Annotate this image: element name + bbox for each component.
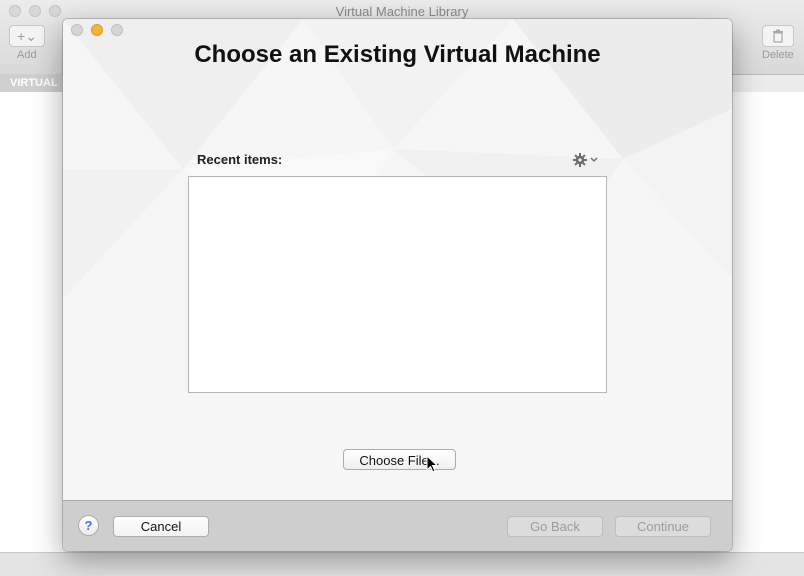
recent-items-gear-menu[interactable]: [573, 151, 605, 169]
continue-button[interactable]: Continue: [615, 516, 711, 537]
add-label: Add: [17, 49, 37, 61]
help-button[interactable]: ?: [78, 515, 99, 536]
dialog-body: Choose an Existing Virtual Machine Recen…: [63, 19, 732, 500]
dialog-title: Choose an Existing Virtual Machine: [194, 41, 601, 68]
recent-items-label: Recent items:: [197, 152, 283, 167]
sidebar-header: VIRTUAL: [0, 74, 62, 92]
library-bottom-bar: [0, 552, 804, 576]
delete-label: Delete: [762, 49, 794, 61]
go-back-button[interactable]: Go Back: [507, 516, 603, 537]
plus-dropdown-icon: +⌄: [17, 27, 37, 44]
dialog-minimize-button[interactable]: [91, 24, 103, 36]
library-window-title: Virtual Machine Library: [335, 4, 469, 19]
choose-file-button[interactable]: Choose File...: [343, 449, 456, 470]
cancel-button[interactable]: Cancel: [113, 516, 209, 537]
gear-icon: [573, 153, 587, 167]
choose-vm-dialog: Choose an Existing Virtual Machine Recen…: [63, 19, 732, 551]
dialog-zoom-button[interactable]: [111, 24, 123, 36]
trash-icon: [773, 29, 783, 43]
dialog-footer: ? Cancel Go Back Continue: [63, 500, 732, 551]
delete-button[interactable]: [762, 25, 794, 47]
add-button[interactable]: +⌄: [9, 25, 45, 47]
dialog-close-button[interactable]: [71, 24, 83, 36]
chevron-down-icon: [590, 157, 598, 162]
recent-items-list[interactable]: [188, 176, 607, 393]
